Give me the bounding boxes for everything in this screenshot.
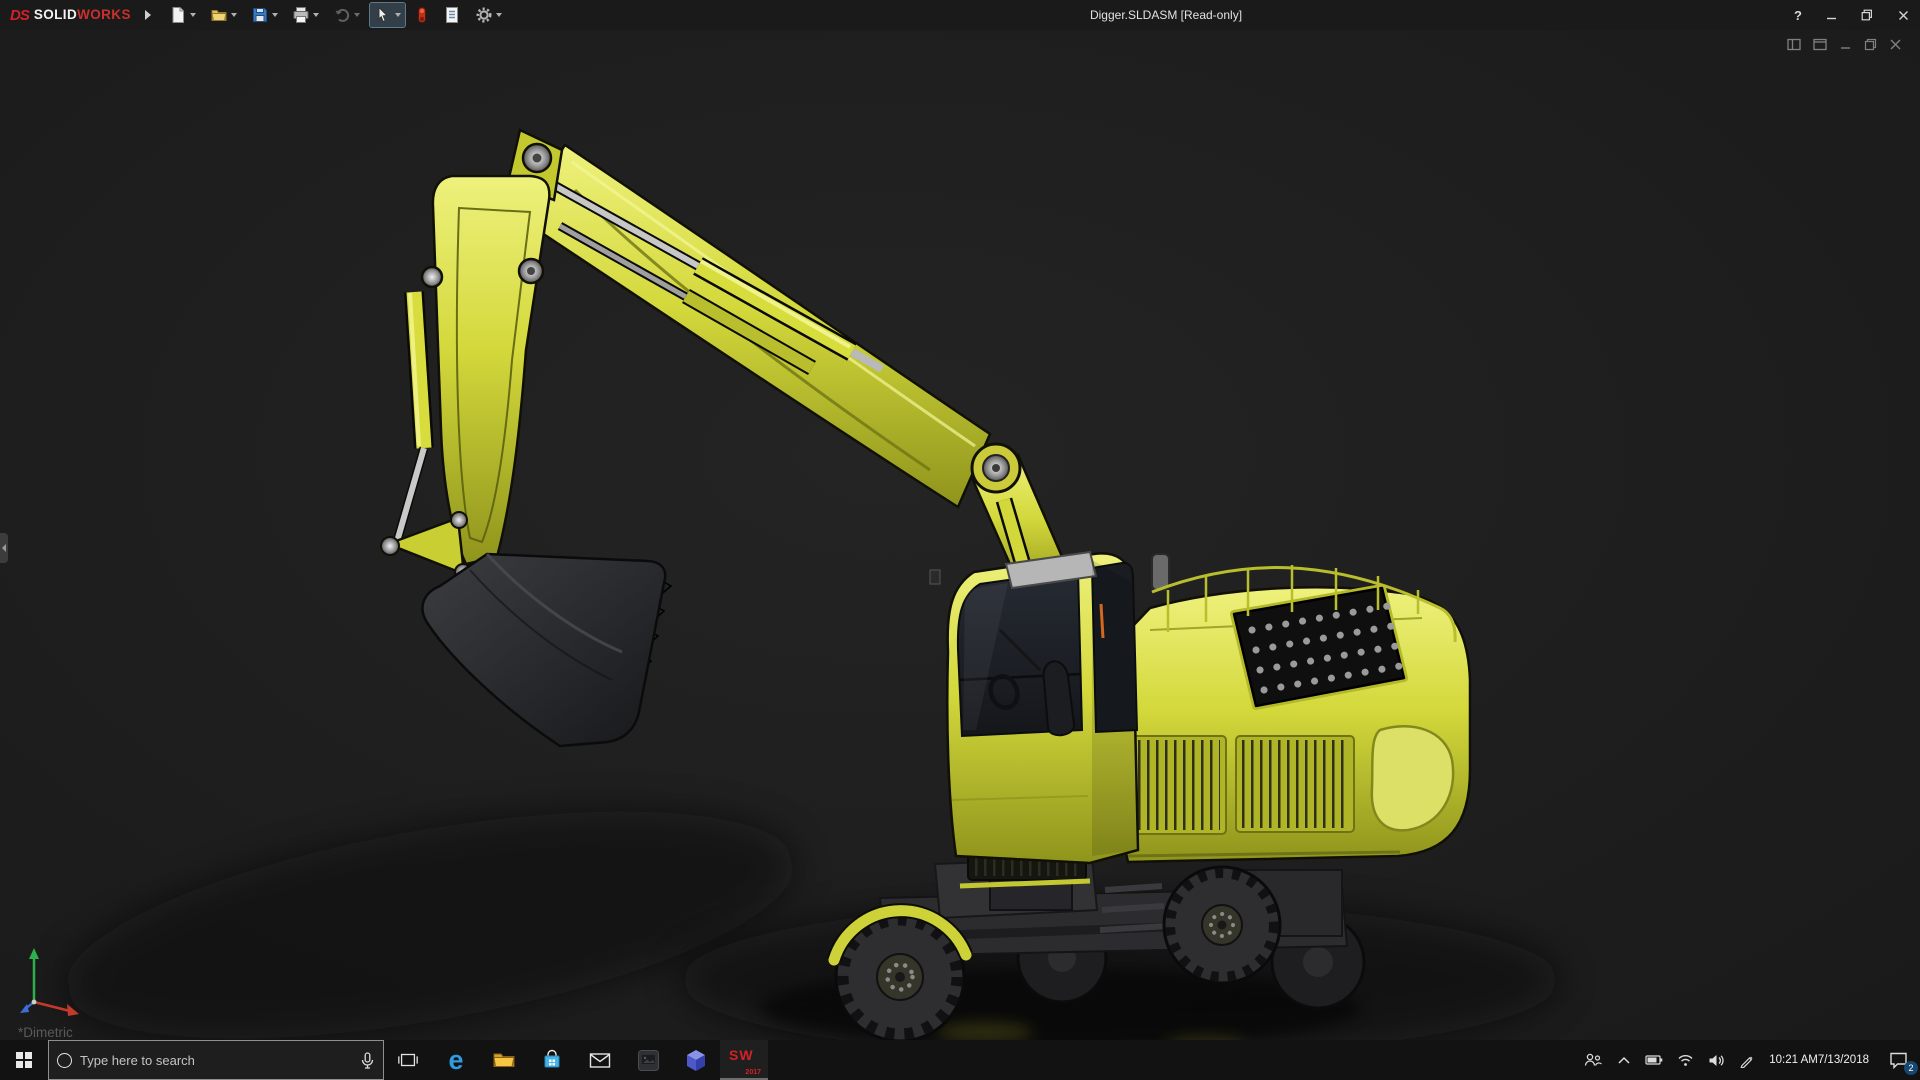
- volume-button[interactable]: [1701, 1040, 1732, 1080]
- battery-button[interactable]: [1638, 1040, 1670, 1080]
- excavator-model[interactable]: [0, 30, 1920, 1040]
- file-properties-icon: [443, 6, 461, 24]
- view-orientation-label: *Dimetric: [18, 1025, 73, 1040]
- pen-button[interactable]: [1732, 1040, 1761, 1080]
- system-tray: 10:21 AM 7/13/2018 2: [1576, 1040, 1920, 1080]
- print-icon: [292, 6, 310, 24]
- feature-panel-expand-handle[interactable]: [0, 533, 8, 563]
- orientation-triad: [16, 942, 88, 1024]
- network-icon: [1677, 1053, 1694, 1067]
- cube-app-icon: [685, 1049, 707, 1072]
- clock-date: 7/13/2018: [1818, 1053, 1869, 1067]
- solidworks-logo: DS SOLIDWORKS: [0, 6, 139, 24]
- bucket[interactable]: [422, 554, 671, 746]
- titlebar: DS SOLIDWORKS: [0, 0, 1920, 30]
- file-explorer-icon: [492, 1050, 516, 1070]
- pane-window-icon[interactable]: [1787, 38, 1801, 51]
- close-icon: [1898, 10, 1909, 21]
- minimize-button[interactable]: [1820, 4, 1842, 26]
- help-button[interactable]: ?: [1790, 8, 1806, 23]
- logo-text-solid: SOLID: [34, 7, 77, 22]
- restore-icon: [1861, 9, 1873, 21]
- volume-icon: [1708, 1053, 1725, 1068]
- task-view-icon: [397, 1050, 419, 1070]
- open-icon: [210, 6, 228, 24]
- chevron-up-icon: [1617, 1055, 1631, 1065]
- document-title: Digger.SLDASM [Read-only]: [1090, 0, 1242, 30]
- ds-logo-icon: DS: [10, 7, 29, 24]
- undo-icon: [333, 6, 351, 24]
- store-button[interactable]: [528, 1040, 576, 1080]
- windows-logo-icon: [16, 1052, 32, 1068]
- cortana-icon: [57, 1053, 72, 1068]
- dropdown-caret-icon[interactable]: [496, 13, 502, 17]
- people-button[interactable]: [1576, 1040, 1610, 1080]
- tray-overflow-button[interactable]: [1610, 1040, 1638, 1080]
- dark-app-button[interactable]: [624, 1040, 672, 1080]
- menu-expand-arrow-icon[interactable]: [145, 10, 151, 20]
- edge-icon: e: [448, 1047, 463, 1074]
- task-view-button[interactable]: [384, 1040, 432, 1080]
- antenna: [1101, 604, 1103, 638]
- store-icon: [541, 1049, 563, 1071]
- options-gear-icon: [475, 6, 493, 24]
- undo-button[interactable]: [329, 3, 364, 27]
- solidworks-app-icon: SW 2017: [729, 1047, 759, 1073]
- dropdown-caret-icon[interactable]: [395, 13, 401, 17]
- solidworks-app-button[interactable]: SW 2017: [720, 1040, 768, 1080]
- new-document-icon: [169, 6, 187, 24]
- select-tool-button[interactable]: [370, 3, 405, 27]
- viewport-minimize-icon[interactable]: [1839, 38, 1852, 51]
- save-icon: [251, 6, 269, 24]
- battery-icon: [1645, 1054, 1663, 1066]
- notification-badge: 2: [1904, 1061, 1918, 1075]
- dark-app-icon: [637, 1049, 660, 1072]
- viewport-restore-icon[interactable]: [1864, 38, 1877, 51]
- new-document-button[interactable]: [165, 3, 200, 27]
- minimize-icon: [1826, 10, 1837, 21]
- viewport-window-controls: [1787, 38, 1902, 51]
- action-center-button[interactable]: 2: [1877, 1040, 1920, 1080]
- quick-toolbar: [165, 3, 506, 27]
- dropdown-caret-icon[interactable]: [313, 13, 319, 17]
- rebuild-icon: [415, 6, 429, 24]
- restore-button[interactable]: [1856, 4, 1878, 26]
- file-explorer-button[interactable]: [480, 1040, 528, 1080]
- muffler: [1152, 554, 1169, 590]
- dropdown-caret-icon[interactable]: [272, 13, 278, 17]
- mail-icon: [589, 1052, 611, 1069]
- taskbar-search[interactable]: [48, 1040, 384, 1080]
- dropdown-caret-icon[interactable]: [231, 13, 237, 17]
- open-button[interactable]: [206, 3, 241, 27]
- window-icon[interactable]: [1813, 38, 1827, 51]
- options-button[interactable]: [471, 3, 506, 27]
- file-properties-button[interactable]: [439, 3, 465, 27]
- search-input[interactable]: [80, 1053, 352, 1068]
- windows-taskbar: e: [0, 1040, 1920, 1080]
- save-button[interactable]: [247, 3, 282, 27]
- edge-button[interactable]: e: [432, 1040, 480, 1080]
- close-button[interactable]: [1892, 4, 1914, 26]
- rebuild-button[interactable]: [411, 3, 433, 27]
- print-button[interactable]: [288, 3, 323, 27]
- graphics-area[interactable]: *Dimetric: [0, 30, 1920, 1040]
- desktop: DS SOLIDWORKS: [0, 0, 1920, 1080]
- cab[interactable]: [930, 552, 1138, 863]
- clock-time: 10:21 AM: [1769, 1053, 1818, 1067]
- microphone-icon[interactable]: [360, 1052, 375, 1069]
- machine-body[interactable]: [1112, 554, 1470, 862]
- people-icon: [1583, 1052, 1603, 1068]
- dropdown-caret-icon[interactable]: [190, 13, 196, 17]
- clock[interactable]: 10:21 AM 7/13/2018: [1761, 1040, 1877, 1080]
- network-button[interactable]: [1670, 1040, 1701, 1080]
- window-controls: ?: [1790, 0, 1914, 30]
- logo-text-works: WORKS: [77, 7, 131, 22]
- mail-button[interactable]: [576, 1040, 624, 1080]
- select-arrow-icon: [374, 6, 392, 24]
- cube-app-button[interactable]: [672, 1040, 720, 1080]
- viewport-close-icon[interactable]: [1889, 38, 1902, 51]
- start-button[interactable]: [0, 1040, 48, 1080]
- pen-icon: [1739, 1053, 1754, 1068]
- dropdown-caret-icon[interactable]: [354, 13, 360, 17]
